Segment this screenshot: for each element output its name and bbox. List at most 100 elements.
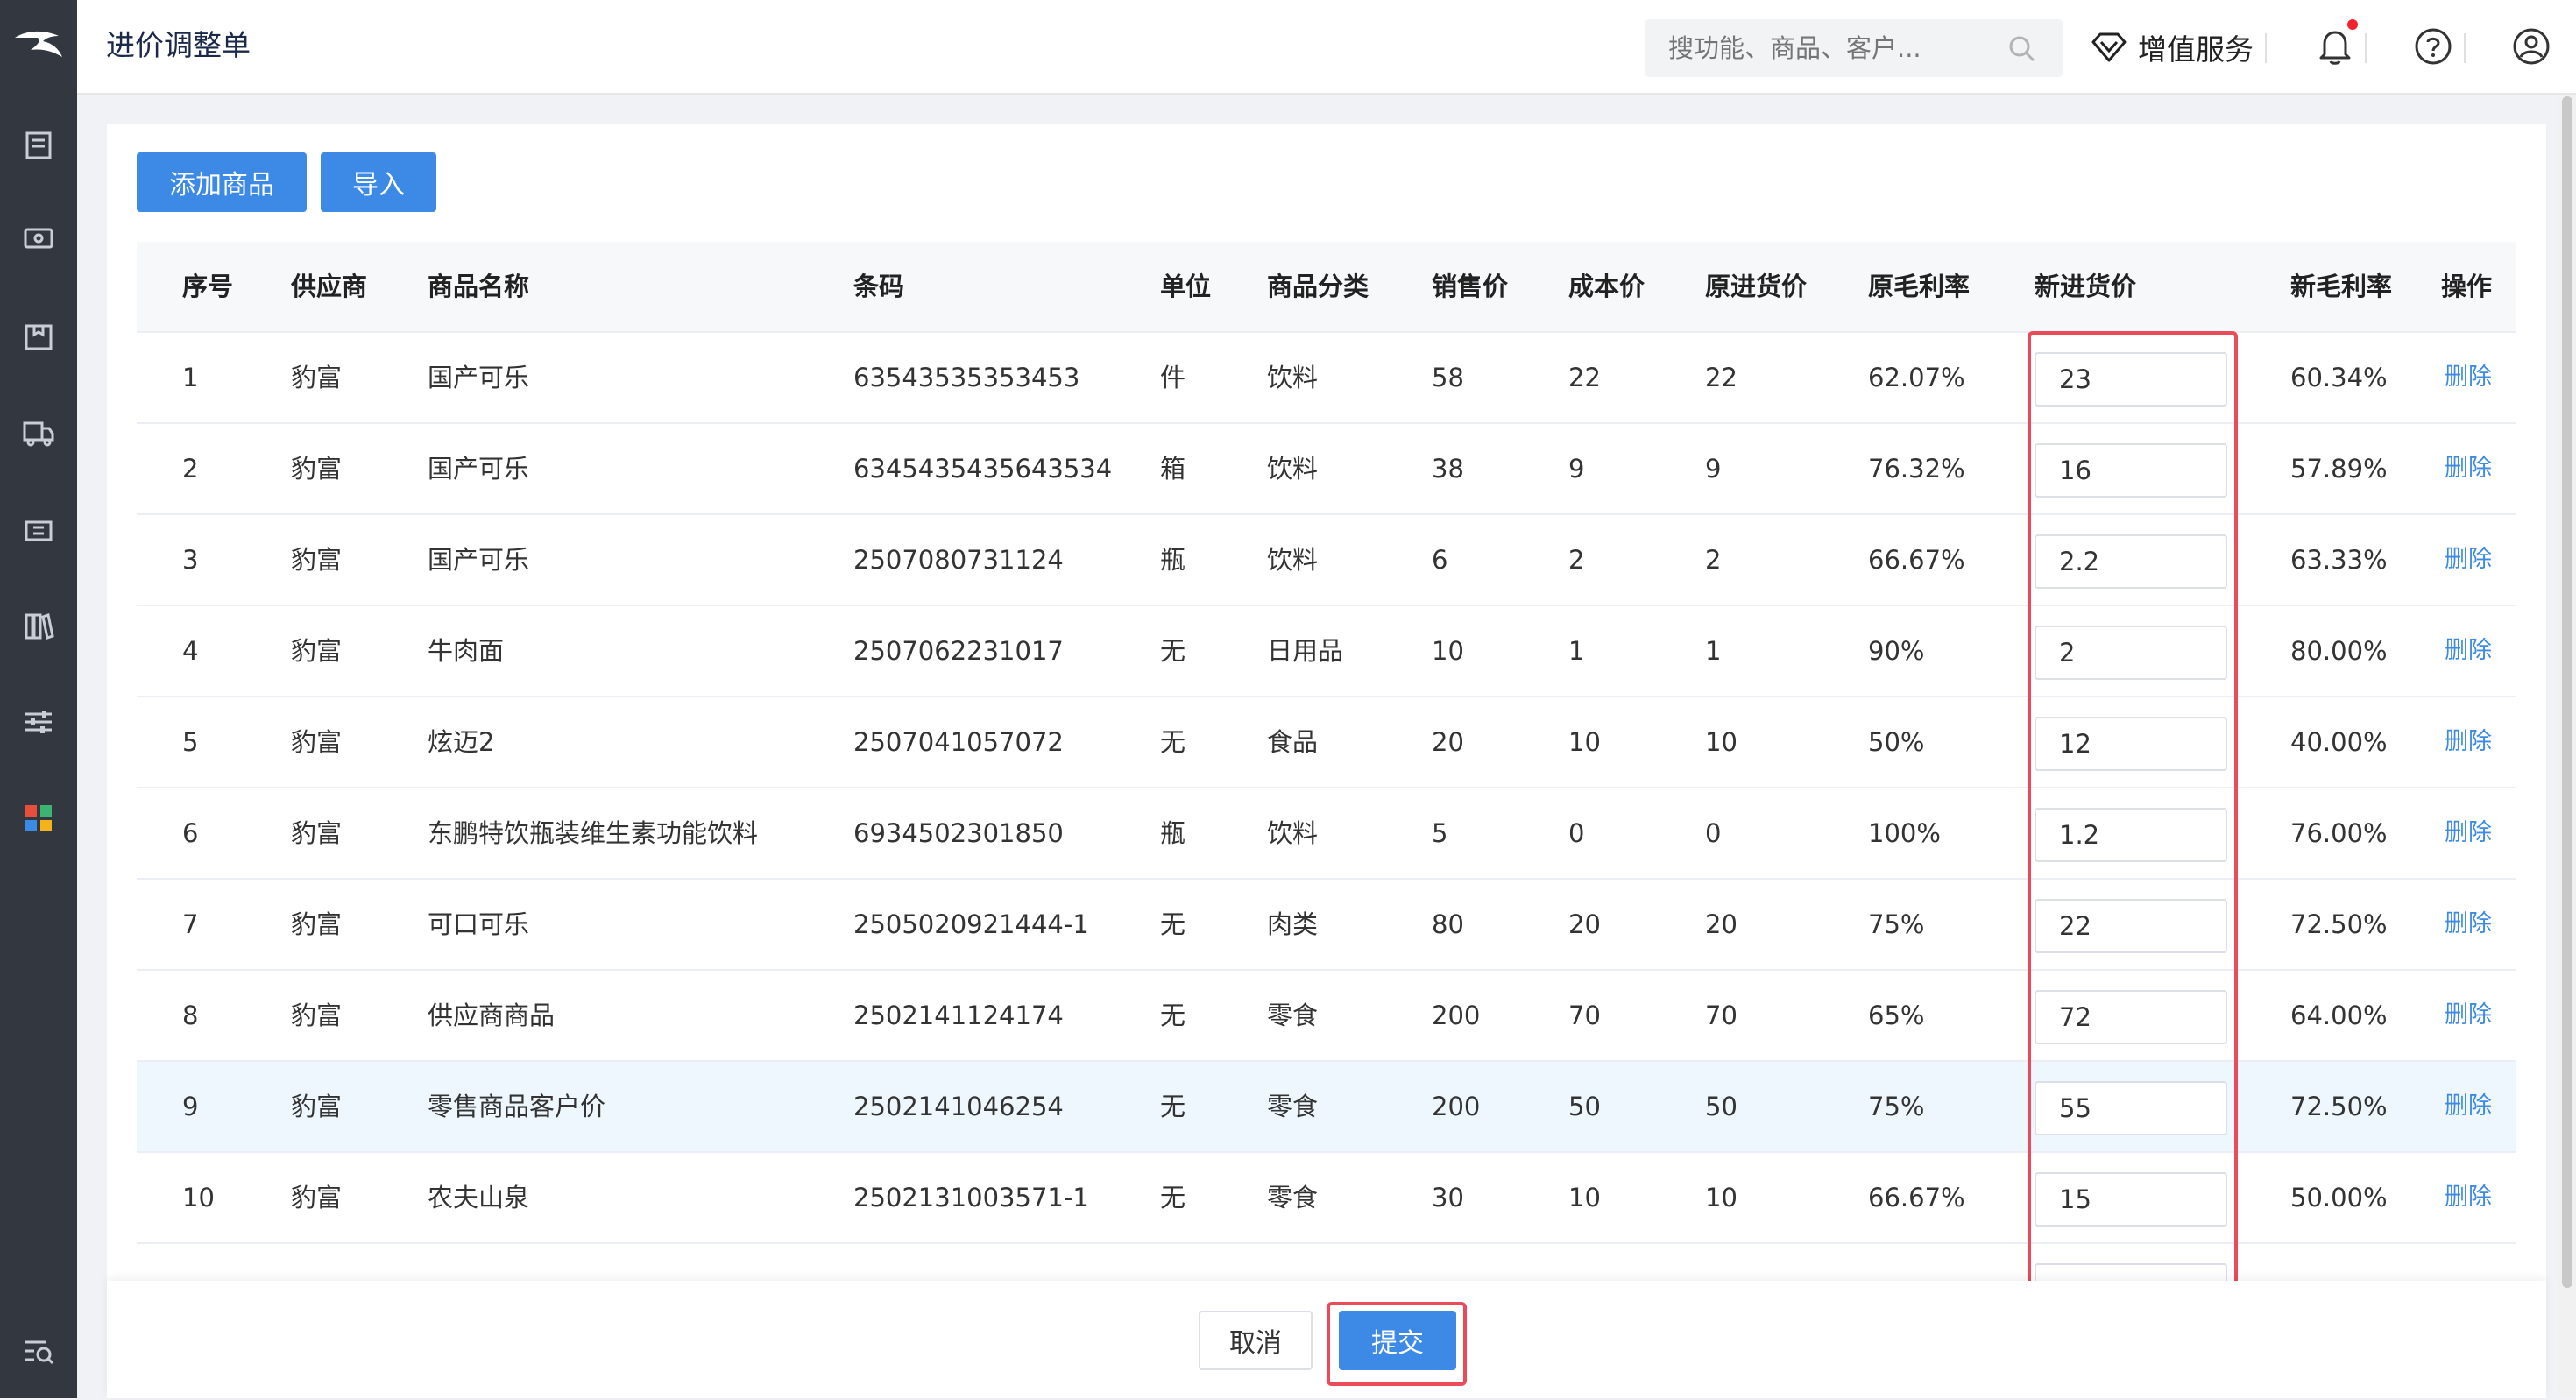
sidebar-item-delivery[interactable]: [0, 389, 77, 477]
new-margin-cell: 50.00%: [2290, 1183, 2388, 1213]
content-card: 添加商品 导入 序号 供应商 商品名称 条码 单位 商品分类 销售价 成本价 原…: [107, 124, 2546, 1398]
new-purchase-price-input[interactable]: 2.2: [2035, 534, 2227, 589]
delete-link[interactable]: 删除: [2445, 333, 2492, 422]
new-purchase-price-input[interactable]: 16: [2035, 443, 2227, 498]
delete-link[interactable]: 删除: [2445, 1062, 2492, 1151]
old-margin-cell: 100%: [1868, 818, 1941, 848]
delete-link[interactable]: 删除: [2445, 606, 2492, 696]
new-purchase-price-input[interactable]: 72: [2035, 990, 2227, 1044]
unit-cell: 无: [1160, 1092, 1186, 1121]
new-purchase-price-input[interactable]: 55: [2035, 1081, 2227, 1135]
sidebar-item-reports[interactable]: [0, 582, 77, 669]
product-name-cell: 牛肉面: [428, 636, 505, 666]
sidebar-item-settings[interactable]: [0, 678, 77, 766]
delete-link[interactable]: 删除: [2445, 424, 2492, 513]
column-header: 条码: [853, 272, 905, 301]
import-button[interactable]: 导入: [321, 152, 436, 212]
submit-button[interactable]: 提交: [1339, 1311, 1456, 1370]
product-name-cell: 农夫山泉: [428, 1183, 530, 1213]
delete-link[interactable]: 删除: [2445, 971, 2492, 1060]
old-margin-cell: 76.32%: [1868, 454, 1965, 484]
notification-dot: [2347, 19, 2358, 30]
box-icon: [25, 324, 53, 350]
cancel-button[interactable]: 取消: [1199, 1311, 1313, 1370]
add-product-button[interactable]: 添加商品: [137, 152, 307, 212]
category-cell: 零食: [1267, 1092, 1319, 1121]
row-index: 2: [182, 454, 199, 484]
vip-service-link[interactable]: 增值服务: [2091, 26, 2254, 68]
category-cell: 饮料: [1267, 545, 1319, 575]
delete-link[interactable]: 删除: [2445, 880, 2492, 969]
table-header-row: 序号 供应商 商品名称 条码 单位 商品分类 销售价 成本价 原进货价 原毛利率…: [137, 242, 2516, 333]
new-purchase-price-input[interactable]: 2: [2035, 626, 2227, 680]
column-header: 新毛利率: [2290, 272, 2393, 301]
help-icon[interactable]: [2413, 26, 2453, 67]
column-header: 供应商: [291, 272, 368, 301]
row-index: 6: [182, 818, 199, 848]
delete-link[interactable]: 删除: [2445, 515, 2492, 605]
new-margin-cell: 72.50%: [2290, 1092, 2388, 1121]
unit-cell: 件: [1160, 363, 1186, 392]
header-divider: [2365, 33, 2367, 63]
table-row: 9 豹富 零售商品客户价 2502141046254 无 零食 200 50 5…: [137, 1062, 2516, 1153]
sidebar-item-orders[interactable]: [0, 102, 77, 189]
category-cell: 肉类: [1267, 909, 1319, 939]
old-purchase-price-cell: 70: [1705, 1001, 1737, 1030]
search-box[interactable]: [1645, 19, 2063, 77]
cost-price-cell: 50: [1568, 1092, 1601, 1121]
sale-price-cell: 200: [1432, 1092, 1481, 1121]
delete-link[interactable]: 删除: [2445, 1153, 2492, 1242]
row-index: 3: [182, 545, 199, 575]
page-scrollbar[interactable]: [2558, 95, 2576, 1398]
delete-link[interactable]: 删除: [2445, 788, 2492, 878]
user-icon[interactable]: [2511, 26, 2551, 67]
barcode-cell: 6934502301850: [853, 818, 1064, 848]
category-cell: 饮料: [1267, 363, 1319, 392]
unit-cell: 无: [1160, 727, 1186, 757]
row-index: 4: [182, 636, 199, 666]
new-purchase-price-input[interactable]: 22: [2035, 899, 2227, 953]
ticket-icon: [25, 520, 53, 541]
sidebar-item-cash[interactable]: [0, 194, 77, 282]
table-row: 4 豹富 牛肉面 2507062231017 无 日用品 10 1 1 90% …: [137, 606, 2516, 697]
bell-icon[interactable]: [2318, 26, 2353, 67]
column-header: 商品名称: [428, 272, 530, 301]
new-margin-cell: 63.33%: [2290, 545, 2388, 575]
price-adjust-table: 序号 供应商 商品名称 条码 单位 商品分类 销售价 成本价 原进货价 原毛利率…: [137, 242, 2516, 1400]
product-name-cell: 零售商品客户价: [428, 1092, 606, 1121]
sidebar-item-search-menu[interactable]: [0, 1307, 77, 1395]
sidebar-item-coupons[interactable]: [0, 487, 77, 575]
search-input[interactable]: [1668, 19, 1992, 77]
row-index: 1: [182, 363, 199, 392]
search-icon[interactable]: [2006, 33, 2038, 65]
old-margin-cell: 75%: [1868, 909, 1925, 939]
new-purchase-price-input[interactable]: 15: [2035, 1172, 2227, 1227]
barcode-cell: 63543535353453: [853, 363, 1080, 392]
delete-link[interactable]: 删除: [2445, 697, 2492, 787]
product-name-cell: 东鹏特饮瓶装维生素功能饮料: [428, 818, 759, 848]
table-row: 10 豹富 农夫山泉 2502131003571-1 无 零食 30 10 10…: [137, 1153, 2516, 1244]
cost-price-cell: 10: [1568, 1183, 1601, 1213]
barcode-cell: 2505020921444-1: [853, 909, 1089, 939]
barcode-cell: 2502141046254: [853, 1092, 1064, 1121]
row-index: 5: [182, 727, 199, 757]
unit-cell: 无: [1160, 1183, 1186, 1213]
table-row: 6 豹富 东鹏特饮瓶装维生素功能饮料 6934502301850 瓶 饮料 5 …: [137, 788, 2516, 880]
product-name-cell: 可口可乐: [428, 909, 530, 939]
new-purchase-price-input[interactable]: 12: [2035, 717, 2227, 771]
logo-icon[interactable]: [0, 0, 77, 96]
cost-price-cell: 10: [1568, 727, 1601, 757]
old-margin-cell: 50%: [1868, 727, 1925, 757]
column-header: 商品分类: [1267, 272, 1369, 301]
header-divider: [2464, 33, 2466, 63]
column-header: 销售价: [1432, 272, 1509, 301]
new-purchase-price-input[interactable]: 1.2: [2035, 808, 2227, 862]
barcode-cell: 2502141124174: [853, 1001, 1064, 1030]
column-header: 单位: [1160, 272, 1212, 301]
sidebar-item-apps[interactable]: [0, 774, 77, 862]
sidebar-item-goods[interactable]: [0, 293, 77, 380]
row-index: 10: [182, 1183, 215, 1213]
scrollbar-thumb[interactable]: [2562, 96, 2572, 1288]
barcode-cell: 6345435435643534: [853, 454, 1113, 484]
new-purchase-price-input[interactable]: 23: [2035, 352, 2227, 407]
